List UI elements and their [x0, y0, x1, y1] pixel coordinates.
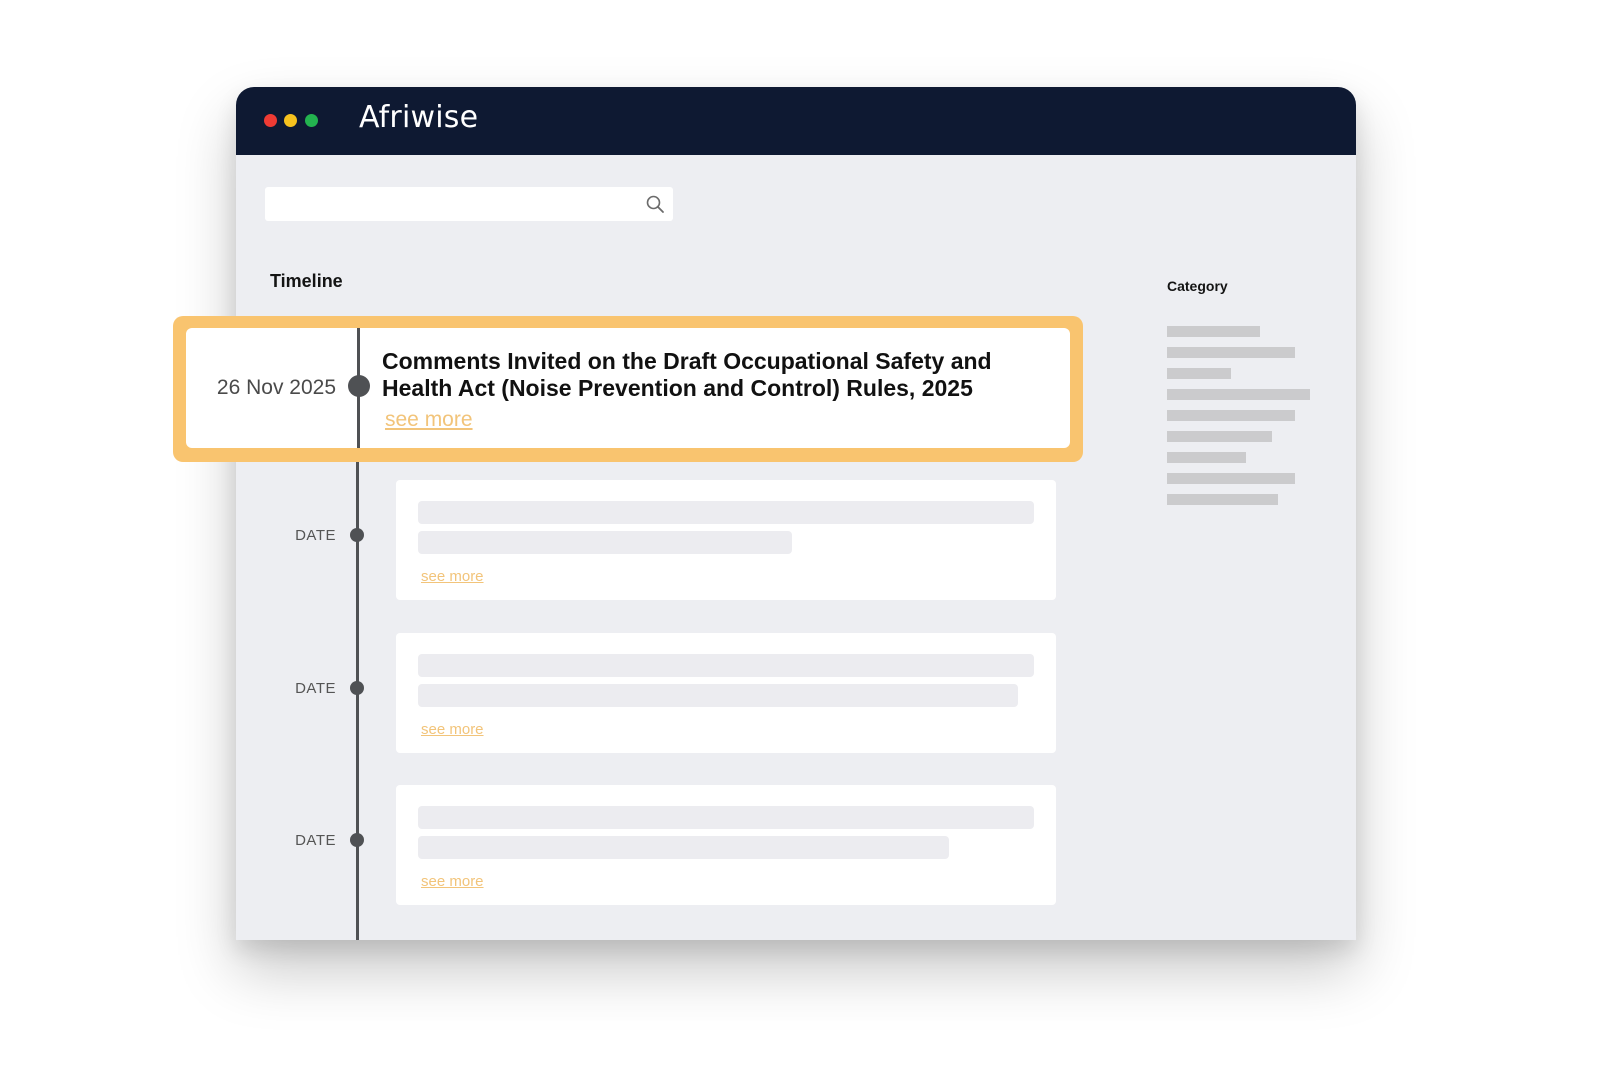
category-placeholder-item[interactable]: [1167, 389, 1310, 400]
featured-title[interactable]: Comments Invited on the Draft Occupation…: [382, 348, 1052, 402]
skeleton-line: [418, 836, 949, 859]
timeline-card[interactable]: see more: [396, 785, 1056, 905]
see-more-link[interactable]: see more: [385, 408, 473, 432]
category-placeholder-item[interactable]: [1167, 431, 1272, 442]
title-bar: Afriwise: [236, 87, 1356, 155]
category-placeholder-item[interactable]: [1167, 410, 1295, 421]
category-placeholder-item[interactable]: [1167, 452, 1246, 463]
maximize-window-button[interactable]: [305, 114, 318, 127]
skeleton-line: [418, 531, 792, 554]
see-more-link[interactable]: see more: [421, 873, 484, 890]
app-logo: Afriwise: [359, 100, 479, 135]
featured-card[interactable]: 26 Nov 2025 Comments Invited on the Draf…: [186, 328, 1070, 448]
timeline-date: DATE: [295, 832, 336, 849]
skeleton-line: [418, 684, 1018, 707]
skeleton-line: [418, 501, 1034, 524]
timeline-node: [348, 375, 370, 397]
timeline-node: [350, 681, 364, 695]
timeline-date: DATE: [295, 680, 336, 697]
search-icon[interactable]: [645, 194, 665, 214]
skeleton-line: [418, 806, 1034, 829]
featured-date: 26 Nov 2025: [216, 376, 336, 399]
skeleton-line: [418, 654, 1034, 677]
minimize-window-button[interactable]: [284, 114, 297, 127]
timeline-node: [350, 833, 364, 847]
browser-window: Afriwise Timeline Category DATE see more…: [236, 87, 1356, 940]
timeline-heading: Timeline: [270, 271, 343, 291]
category-placeholder-item[interactable]: [1167, 347, 1295, 358]
timeline-card[interactable]: see more: [396, 633, 1056, 753]
search-bar[interactable]: [265, 187, 673, 221]
category-placeholder-item[interactable]: [1167, 473, 1295, 484]
timeline-card[interactable]: see more: [396, 480, 1056, 600]
see-more-link[interactable]: see more: [421, 568, 484, 585]
category-placeholder-item[interactable]: [1167, 326, 1260, 337]
featured-timeline-entry[interactable]: 26 Nov 2025 Comments Invited on the Draf…: [173, 316, 1083, 462]
search-input[interactable]: [265, 187, 635, 221]
category-placeholder-item[interactable]: [1167, 368, 1231, 379]
see-more-link[interactable]: see more: [421, 721, 484, 738]
category-placeholder-item[interactable]: [1167, 494, 1278, 505]
category-heading: Category: [1167, 278, 1228, 294]
timeline-node: [350, 528, 364, 542]
timeline-date: DATE: [295, 527, 336, 544]
close-window-button[interactable]: [264, 114, 277, 127]
